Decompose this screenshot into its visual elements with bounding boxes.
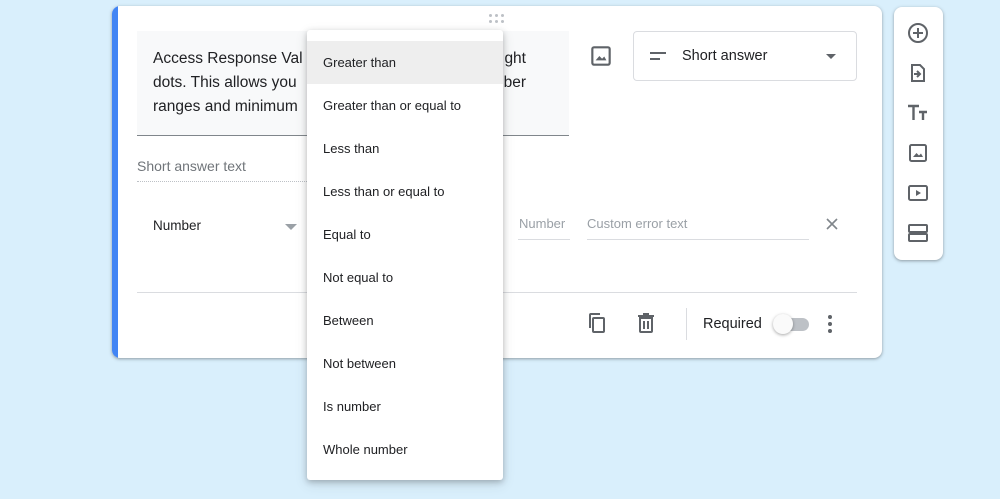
- question-type-label: Short answer: [682, 48, 768, 64]
- close-icon[interactable]: [824, 216, 840, 232]
- footer-separator: [686, 308, 687, 340]
- custom-error-input[interactable]: Custom error text: [587, 216, 809, 240]
- validation-condition-menu: Greater than Greater than or equal to Le…: [307, 30, 503, 480]
- menu-item-not-between[interactable]: Not between: [307, 342, 503, 385]
- floating-toolbar: [894, 7, 943, 260]
- active-card-accent: [112, 6, 118, 358]
- menu-item-greater-than[interactable]: Greater than: [307, 41, 503, 84]
- menu-item-less-than[interactable]: Less than: [307, 127, 503, 170]
- menu-item-between[interactable]: Between: [307, 299, 503, 342]
- duplicate-icon[interactable]: [585, 311, 609, 335]
- menu-item-whole-number[interactable]: Whole number: [307, 428, 503, 471]
- short-answer-icon: [650, 50, 668, 62]
- add-title-icon[interactable]: [906, 101, 930, 125]
- chevron-down-icon: [285, 224, 297, 230]
- chevron-down-icon: [826, 54, 836, 59]
- menu-item-equal-to[interactable]: Equal to: [307, 213, 503, 256]
- menu-item-is-number[interactable]: Is number: [307, 385, 503, 428]
- number-input[interactable]: Number: [518, 216, 570, 240]
- add-image-icon[interactable]: [588, 43, 614, 69]
- delete-icon[interactable]: [634, 311, 658, 335]
- question-type-select[interactable]: Short answer: [633, 31, 857, 81]
- add-section-icon[interactable]: [906, 221, 930, 245]
- menu-item-greater-or-equal[interactable]: Greater than or equal to: [307, 84, 503, 127]
- validation-type-select[interactable]: Number: [137, 211, 297, 241]
- menu-item-not-equal-to[interactable]: Not equal to: [307, 256, 503, 299]
- required-toggle[interactable]: [773, 314, 809, 334]
- drag-handle-icon[interactable]: [489, 14, 505, 24]
- required-label: Required: [703, 316, 762, 332]
- more-options-icon[interactable]: [826, 312, 834, 336]
- add-question-icon[interactable]: [906, 21, 930, 45]
- add-video-icon[interactable]: [906, 181, 930, 205]
- short-answer-placeholder: Short answer text: [137, 158, 317, 182]
- menu-item-less-or-equal[interactable]: Less than or equal to: [307, 170, 503, 213]
- add-image-icon[interactable]: [906, 141, 930, 165]
- import-questions-icon[interactable]: [906, 61, 930, 85]
